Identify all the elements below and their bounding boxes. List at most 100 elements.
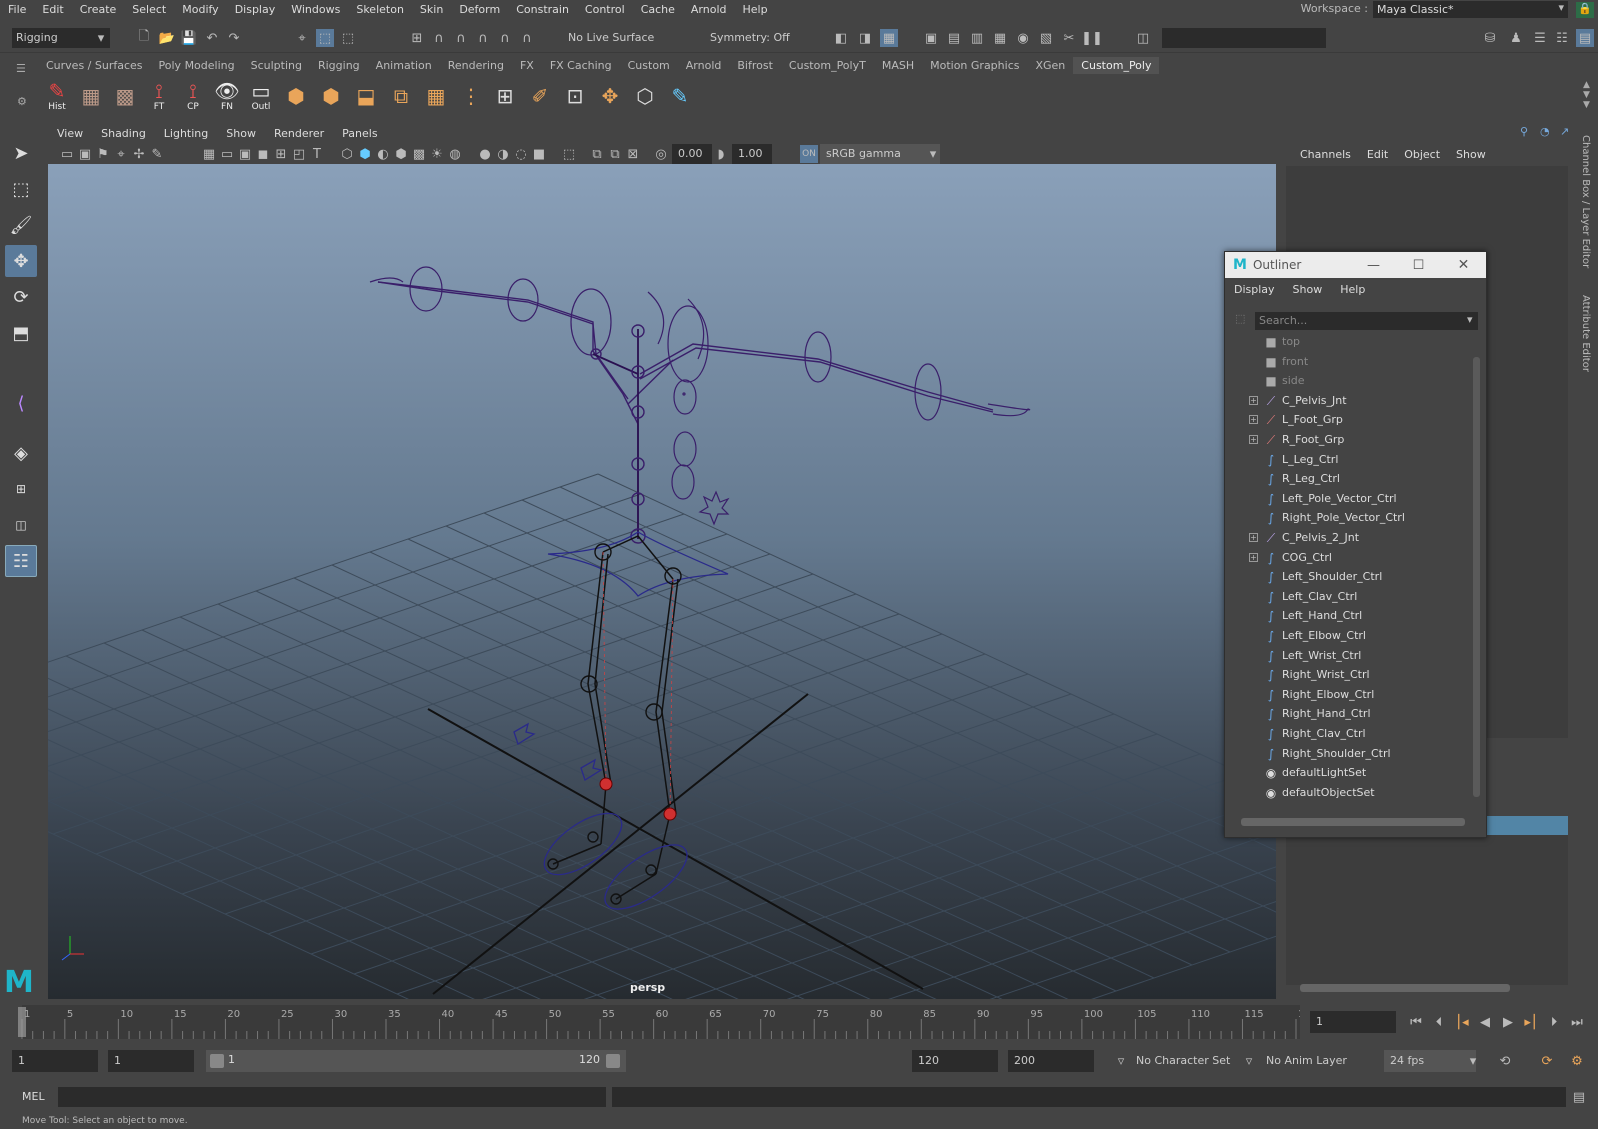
shelf-fn-button[interactable]: 👁 FN [212,79,242,113]
shelf-hist-button[interactable]: ✎ Hist [42,79,72,113]
time-ruler[interactable]: 1 5 10 15 20 25 30 35 40 45 50 55 60 65 70 75 80 85 90 95 10… [0,1003,1300,1041]
render-sequence-icon[interactable]: ▧ [1037,29,1055,47]
image-plane-icon[interactable]: ⌖ [112,145,130,163]
shelf-grid-button[interactable]: ▦ [76,79,106,113]
shelf-multicut-icon[interactable]: ⊞ [490,79,520,113]
single-perspective-icon[interactable]: ◈ [5,437,37,469]
menu-arnold[interactable]: Arnold [683,1,735,18]
shelf-tab-custom-poly[interactable]: Custom_Poly [1073,57,1160,74]
go-to-start-icon[interactable]: ⏮ [1407,1013,1425,1031]
channel-box-icon-1[interactable]: ⚲ [1520,125,1528,138]
wireframe-on-shaded-icon[interactable]: ◐ [374,145,392,163]
anim-layer-dropdown[interactable]: No Anim Layer [1266,1050,1356,1072]
channel-box-side-tab[interactable]: Channel Box / Layer Editor [1580,135,1591,268]
resolution-gate-icon[interactable]: ▣ [236,145,254,163]
outliner-item[interactable]: ◉ defaultLightSet [1225,763,1470,783]
fps-dropdown[interactable]: 24 fps [1384,1050,1476,1072]
layer-editor-area[interactable] [1286,835,1568,985]
shelf-tab-poly-modeling[interactable]: Poly Modeling [151,57,243,74]
animation-preferences-icon[interactable]: ⚙ [1568,1052,1586,1070]
isolate-select-icon[interactable]: ● [476,145,494,163]
expand-icon[interactable]: + [1249,395,1258,405]
outliner-item[interactable]: ∫ Left_Pole_Vector_Ctrl [1225,489,1470,509]
outliner-item[interactable]: ∫ Left_Elbow_Ctrl [1225,626,1470,646]
outliner-item[interactable]: ∫ Right_Hand_Ctrl [1225,704,1470,724]
time-slider[interactable]: 1 5 10 15 20 25 30 35 40 45 50 55 60 65 70 75 80 85 90 95 10… [0,1003,1598,1041]
select-tool-icon[interactable]: ➤ [5,137,37,169]
shelf-tab-rendering[interactable]: Rendering [440,57,512,74]
outliner-menu-display[interactable]: Display [1225,282,1284,298]
range-slider-bar[interactable]: 1 120 [206,1050,626,1072]
menu-modify[interactable]: Modify [174,1,226,18]
shelf-cube-icon[interactable]: ⬢ [316,79,346,113]
tool-settings-icon[interactable]: ☷ [1553,29,1571,47]
shelf-tab-arnold[interactable]: Arnold [678,57,730,74]
render-frame-icon[interactable]: ▤ [945,29,963,47]
outliner-menu-show[interactable]: Show [1284,282,1332,298]
field-chart-icon[interactable]: ⊞ [272,145,290,163]
expand-icon[interactable]: + [1249,552,1258,562]
shelf-smooth-icon[interactable]: ▦ [421,79,451,113]
four-view-icon[interactable]: ⊞ [5,473,37,505]
lasso-tool-icon[interactable]: ⬚ [5,173,37,205]
shelf-tab-custom[interactable]: Custom [620,57,678,74]
outliner-hscrollbar[interactable] [1241,818,1465,826]
outliner-vscrollbar[interactable] [1473,357,1480,797]
ambient-occlusion-icon[interactable]: ◍ [446,145,464,163]
menu-control[interactable]: Control [577,1,633,18]
view-transform-dropdown[interactable]: sRGB gamma [820,144,940,164]
outliner-item[interactable]: ∫ R_Leg_Ctrl [1225,469,1470,489]
hypershade-icon[interactable]: ◉ [1014,29,1032,47]
play-backwards-icon[interactable]: ◀ [1476,1013,1494,1031]
perspective-viewport[interactable] [48,164,1276,999]
outliner-menu-help[interactable]: Help [1331,282,1374,298]
outliner-item[interactable]: ∫ Left_Shoulder_Ctrl [1225,567,1470,587]
expand-icon[interactable]: + [1249,435,1258,444]
shelf-insert-loop-icon[interactable]: ⊡ [560,79,590,113]
character-controls-icon[interactable]: ♟ [1507,29,1525,47]
auto-key-icon[interactable]: ⟳ [1538,1052,1556,1070]
channel-box-menu-show[interactable]: Show [1448,147,1494,163]
outliner-item[interactable]: ∫ Right_Elbow_Ctrl [1225,685,1470,705]
2d-pan-icon[interactable]: ✢ [130,145,148,163]
outliner-item[interactable]: + ⟋ C_Pelvis_Jnt [1225,391,1470,411]
pause-icon[interactable]: ❚❚ [1081,29,1103,47]
outliner-item[interactable]: ∫ Left_Wrist_Ctrl [1225,646,1470,666]
camera-select-icon[interactable]: ▭ [58,145,76,163]
construction-history-icon[interactable]: ◧ [832,29,850,47]
play-forwards-icon[interactable]: ▶ [1499,1013,1517,1031]
gamma-icon[interactable]: ◗ [712,145,730,163]
loop-icon[interactable]: ⟲ [1496,1052,1514,1070]
live-surface-field[interactable]: No Live Surface [564,28,674,48]
use-all-lights-icon[interactable]: ▩ [410,145,428,163]
outliner-item[interactable]: + ∫ COG_Ctrl [1225,548,1470,568]
channel-box-scrollbar[interactable] [1300,984,1510,992]
outliner-item[interactable]: ∫ L_Leg_Ctrl [1225,450,1470,470]
quick-select-field[interactable] [1162,28,1326,48]
shelf-tab-curves-surfaces[interactable]: Curves / Surfaces [38,57,151,74]
outliner-item[interactable]: ∫ Right_Clav_Ctrl [1225,724,1470,744]
save-scene-icon[interactable]: 💾 [180,29,198,47]
step-back-key-icon[interactable]: ⏴ [1430,1013,1448,1031]
menu-deform[interactable]: Deform [451,1,508,18]
shelf-tab-fx-caching[interactable]: FX Caching [542,57,620,74]
menu-create[interactable]: Create [72,1,125,18]
rotate-tool-icon[interactable]: ⟳ [5,281,37,313]
shelf-tab-sculpting[interactable]: Sculpting [243,57,310,74]
outliner-item[interactable]: ◉ defaultObjectSet [1225,783,1470,803]
snap-point-icon[interactable]: ∩ [452,29,470,47]
frame-all-icon[interactable]: ⊠ [624,145,642,163]
character-set-dropdown[interactable]: No Character Set [1136,1050,1232,1072]
chevron-down-icon[interactable]: ▾ [1467,313,1473,326]
shelf-tab-fx[interactable]: FX [512,57,542,74]
animation-start-field[interactable]: 1 [12,1050,98,1072]
snap-curve-icon[interactable]: ∩ [430,29,448,47]
outliner-item[interactable]: ■ top [1225,332,1470,352]
select-component-icon[interactable]: ⬚ [339,29,357,47]
xray-joints-icon[interactable]: ◌ [512,145,530,163]
shelf-tab-bifrost[interactable]: Bifrost [729,57,781,74]
go-to-end-icon[interactable]: ⏭ [1568,1013,1586,1031]
shelf-tab-mash[interactable]: MASH [874,57,922,74]
shelf-paint-icon[interactable]: ✎ [665,79,695,113]
shelf-tab-xgen[interactable]: XGen [1027,57,1073,74]
